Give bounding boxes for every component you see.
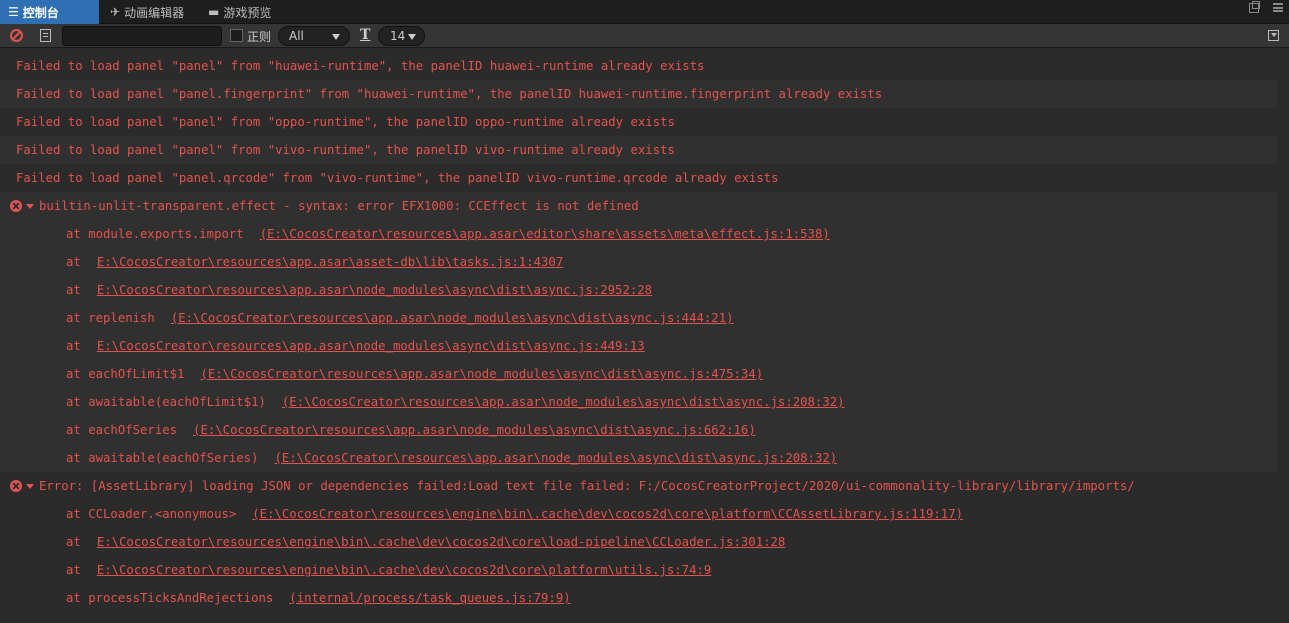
error-entry: builtin-unlit-transparent.effect - synta… <box>0 192 1277 472</box>
stack-line: at E:\CocosCreator\resources\app.asar\ass… <box>0 248 1277 276</box>
font-size-value: 14 <box>390 29 406 43</box>
stack-link[interactable]: E:\CocosCreator\resources\engine\bin\.ca… <box>97 535 786 549</box>
error-icon <box>10 480 22 492</box>
chevron-down-icon <box>408 34 416 40</box>
console-toolbar: 正则 All T 14 <box>0 24 1289 48</box>
stack-at: at awaitable(eachOfSeries) <box>66 451 259 465</box>
panel-tab-bar: ☰ 控制台 ✈ 动画编辑器 ▬ 游戏预览 <box>0 0 1289 24</box>
log-row[interactable]: Failed to load panel "panel" from "vivo-… <box>0 136 1277 164</box>
stack-at: at eachOfSeries <box>66 423 178 437</box>
log-level-select[interactable]: All <box>278 26 350 46</box>
stack-link[interactable]: E:\CocosCreator\resources\app.asar\node_… <box>97 283 652 297</box>
tab-preview-label: 游戏预览 <box>223 5 272 20</box>
error-message: builtin-unlit-transparent.effect - synta… <box>39 199 639 213</box>
stack-line: at E:\CocosCreator\resources\app.asar\nod… <box>0 332 1277 360</box>
search-input[interactable] <box>62 26 222 46</box>
log-row[interactable]: Failed to load panel "panel.qrcode" from… <box>0 164 1277 192</box>
stack-at: at <box>66 535 81 549</box>
error-header[interactable]: builtin-unlit-transparent.effect - synta… <box>0 192 1277 220</box>
log-row[interactable]: Failed to load panel "panel" from "huawe… <box>0 52 1277 80</box>
error-message: Error: [AssetLibrary] loading JSON or de… <box>39 479 1135 493</box>
stack-link[interactable]: E:\CocosCreator\resources\engine\bin\.ca… <box>97 563 711 577</box>
error-entry: Error: [AssetLibrary] loading JSON or de… <box>0 472 1277 612</box>
error-header[interactable]: Error: [AssetLibrary] loading JSON or de… <box>0 472 1277 500</box>
stack-line: at module.exports.import (E:\CocosCreator… <box>0 220 1277 248</box>
clear-icon[interactable] <box>10 29 23 42</box>
stack-link[interactable]: E:\CocosCreator\resources\app.asar\asset… <box>97 255 563 269</box>
collapse-icon[interactable] <box>1268 30 1279 41</box>
stack-at: at awaitable(eachOfLimit$1) <box>66 395 266 409</box>
stack-link[interactable]: (internal/process/task_queues.js:79:9) <box>289 591 570 605</box>
log-row[interactable]: Failed to load panel "panel" from "oppo-… <box>0 108 1277 136</box>
font-size-select[interactable]: 14 <box>378 26 425 46</box>
stack-line: at E:\CocosCreator\resources\engine\bin\.… <box>0 528 1277 556</box>
stack-link[interactable]: (E:\CocosCreator\resources\app.asar\node… <box>282 395 845 409</box>
stack-line: at awaitable(eachOfLimit$1) (E:\CocosCrea… <box>0 388 1277 416</box>
stack-at: at <box>66 339 81 353</box>
stack-line: at processTicksAndRejections (internal/pr… <box>0 584 1277 612</box>
chevron-down-icon <box>332 34 340 40</box>
regex-label: 正则 <box>247 30 272 44</box>
stack-at: at CCLoader.<anonymous> <box>66 507 237 521</box>
stack-link[interactable]: (E:\CocosCreator\resources\app.asar\node… <box>193 423 756 437</box>
log-row[interactable]: Failed to load panel "panel.fingerprint"… <box>0 80 1277 108</box>
stack-at: at processTicksAndRejections <box>66 591 274 605</box>
stack-line: at eachOfLimit$1 (E:\CocosCreator\resourc… <box>0 360 1277 388</box>
stack-line: at CCLoader.<anonymous> (E:\CocosCreator\… <box>0 500 1277 528</box>
animation-icon: ✈ <box>110 5 121 19</box>
stack-at: at <box>66 283 81 297</box>
tabbar-controls <box>1249 1 1283 13</box>
tab-console-label: 控制台 <box>22 5 59 20</box>
stack-at: at eachOfLimit$1 <box>66 367 185 381</box>
stack-line: at E:\CocosCreator\resources\app.asar\nod… <box>0 276 1277 304</box>
tab-animation-editor[interactable]: ✈ 动画编辑器 <box>108 0 184 24</box>
stack-link[interactable]: (E:\CocosCreator\resources\engine\bin\.c… <box>252 507 963 521</box>
stack-at: at <box>66 255 81 269</box>
stack-line: at E:\CocosCreator\resources\engine\bin\.… <box>0 556 1277 584</box>
stack-link[interactable]: (E:\CocosCreator\resources\app.asar\node… <box>275 451 838 465</box>
stack-link[interactable]: (E:\CocosCreator\resources\app.asar\node… <box>200 367 763 381</box>
log-level-value: All <box>289 29 304 43</box>
stack-link[interactable]: (E:\CocosCreator\resources\app.asar\edit… <box>260 227 830 241</box>
stack-link[interactable]: E:\CocosCreator\resources\app.asar\node_… <box>97 339 645 353</box>
menu-icon[interactable] <box>1273 3 1283 12</box>
stack-at: at module.exports.import <box>66 227 244 241</box>
stack-link[interactable]: (E:\CocosCreator\resources\app.asar\node… <box>171 311 734 325</box>
open-log-file-icon[interactable] <box>40 29 51 42</box>
stack-line: at replenish (E:\CocosCreator\resources\a… <box>0 304 1277 332</box>
expand-caret-icon[interactable] <box>26 203 34 209</box>
stack-line: at awaitable(eachOfSeries) (E:\CocosCreat… <box>0 444 1277 472</box>
tab-game-preview[interactable]: ▬ 游戏预览 <box>208 0 271 24</box>
tab-animation-label: 动画编辑器 <box>124 5 185 20</box>
vertical-scrollbar[interactable] <box>1277 52 1289 623</box>
expand-caret-icon[interactable] <box>26 483 34 489</box>
popout-icon[interactable] <box>1249 1 1260 13</box>
error-icon <box>10 200 22 212</box>
preview-icon: ▬ <box>208 5 220 19</box>
stack-line: at eachOfSeries (E:\CocosCreator\resource… <box>0 416 1277 444</box>
tab-console[interactable]: ☰ 控制台 <box>0 0 99 24</box>
regex-checkbox[interactable] <box>230 29 243 42</box>
log-list[interactable]: Failed to load panel "panel" from "huawe… <box>0 52 1277 623</box>
font-size-icon: T <box>360 27 371 43</box>
stack-at: at replenish <box>66 311 155 325</box>
console-icon: ☰ <box>8 5 19 19</box>
stack-at: at <box>66 563 81 577</box>
